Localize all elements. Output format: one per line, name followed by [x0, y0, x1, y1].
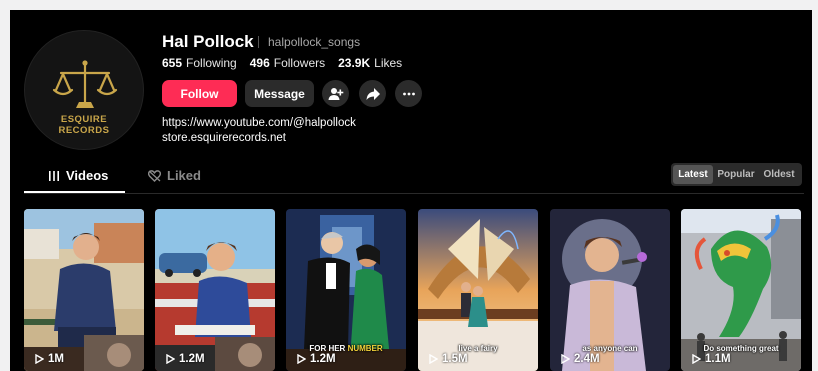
- video-caption: Do something great: [703, 344, 779, 353]
- view-count-value: 1M: [48, 353, 64, 365]
- video-thumbnail: [155, 209, 275, 371]
- following-stat[interactable]: 655 Following: [162, 56, 237, 70]
- video-card[interactable]: Do something great 1.1M: [681, 209, 801, 371]
- view-count: 1.1M: [691, 353, 731, 365]
- video-caption: FOR HER NUMBER: [286, 344, 406, 353]
- avatar-brand-line2: RECORDS: [58, 125, 110, 136]
- play-icon: [561, 354, 570, 364]
- profile-handle: halpollock_songs: [268, 35, 361, 49]
- view-count: 1.2M: [296, 353, 336, 365]
- followers-stat[interactable]: 496 Followers: [250, 56, 325, 70]
- video-caption: as anyone can: [582, 344, 638, 353]
- view-count-value: 1.2M: [310, 353, 336, 365]
- name-divider: [258, 36, 259, 48]
- play-icon: [692, 354, 701, 364]
- video-thumbnail: [24, 209, 144, 371]
- caption-text: FOR HER: [309, 344, 348, 353]
- avatar[interactable]: ESQUIRE RECORDS: [24, 30, 144, 150]
- likes-label: Likes: [374, 56, 403, 70]
- view-count: 1.2M: [165, 353, 205, 365]
- youtube-link[interactable]: https://www.youtube.com/@halpollock: [162, 117, 356, 129]
- view-count-value: 1.1M: [705, 353, 731, 365]
- sort-latest[interactable]: Latest: [673, 165, 713, 184]
- tab-videos-label: Videos: [66, 168, 109, 183]
- follow-button[interactable]: Follow: [162, 80, 237, 107]
- video-card[interactable]: 1.2M: [155, 209, 275, 371]
- avatar-brand-line1: ESQUIRE: [60, 114, 108, 125]
- tab-liked[interactable]: Liked: [148, 168, 201, 183]
- add-friend-button[interactable]: [322, 80, 349, 107]
- likes-count: 23.9K: [338, 56, 371, 70]
- view-count-value: 2.4M: [574, 353, 600, 365]
- share-icon: [366, 87, 380, 100]
- sort-toggle: Latest Popular Oldest: [671, 163, 802, 186]
- following-count: 655: [162, 56, 183, 70]
- caption-highlight: NUMBER: [347, 344, 383, 353]
- tab-videos[interactable]: Videos: [48, 168, 108, 183]
- video-card[interactable]: 1M: [24, 209, 144, 371]
- tab-liked-label: Liked: [167, 168, 201, 183]
- view-count: 1.5M: [428, 353, 468, 365]
- play-icon: [429, 354, 438, 364]
- following-label: Following: [186, 56, 237, 70]
- play-icon: [166, 354, 175, 364]
- sort-oldest[interactable]: Oldest: [759, 165, 799, 184]
- view-count: 2.4M: [560, 353, 600, 365]
- video-card[interactable]: as anyone can 2.4M: [550, 209, 670, 371]
- videos-grid-icon: [49, 170, 59, 181]
- message-button[interactable]: Message: [245, 80, 314, 107]
- video-card[interactable]: live a fairy 1.5M: [418, 209, 538, 371]
- video-card[interactable]: FOR HER NUMBER 1.2M: [286, 209, 406, 371]
- followers-label: Followers: [273, 56, 326, 70]
- video-caption: live a fairy: [458, 344, 498, 353]
- profile-stats: 655 Following 496 Followers 23.9K Likes: [162, 56, 402, 70]
- likes-stat: 23.9K Likes: [338, 56, 402, 70]
- share-button[interactable]: [359, 80, 386, 107]
- more-options-button[interactable]: [395, 80, 422, 107]
- more-icon: [402, 92, 415, 95]
- view-count-value: 1.5M: [442, 353, 468, 365]
- play-icon: [35, 354, 44, 364]
- liked-icon: [148, 169, 161, 182]
- profile-name: Hal Pollock: [162, 32, 254, 51]
- followers-count: 496: [249, 56, 270, 70]
- sort-popular[interactable]: Popular: [713, 165, 759, 184]
- tabs-divider: [24, 193, 804, 194]
- view-count: 1M: [34, 353, 64, 365]
- play-icon: [297, 354, 306, 364]
- store-link[interactable]: store.esquirerecords.net: [162, 132, 286, 144]
- view-count-value: 1.2M: [179, 353, 205, 365]
- profile-page: ESQUIRE RECORDS Hal Pollock halpollock_s…: [10, 10, 812, 371]
- add-friend-icon: [328, 87, 343, 100]
